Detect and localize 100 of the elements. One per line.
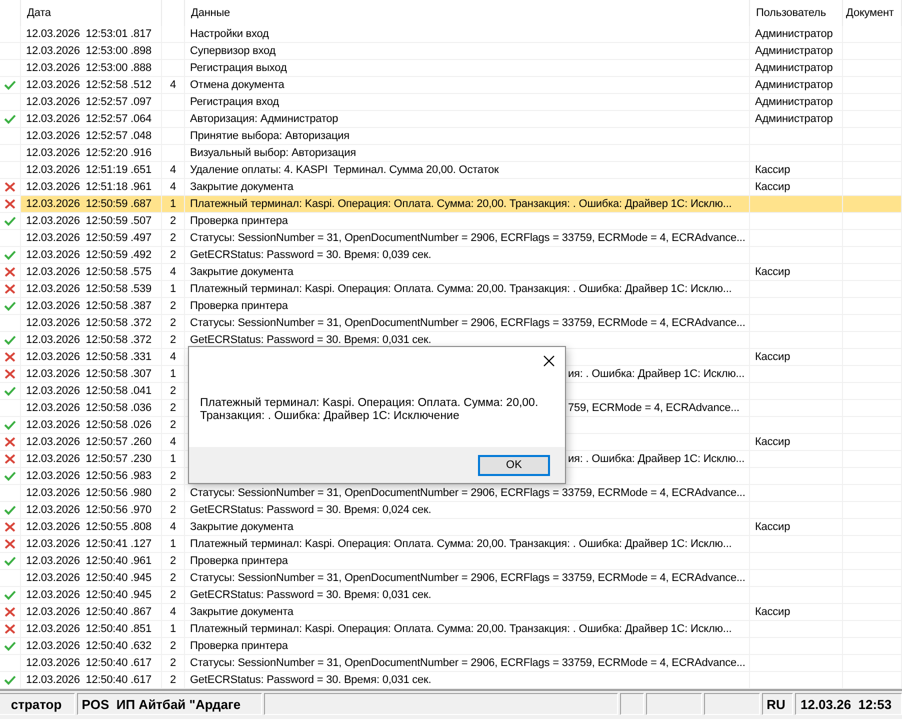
date-cell-text: 12.03.2026 12:51:19 .651 [26, 163, 152, 178]
table-row[interactable]: 12.03.2026 12:50:40 .945 2 GetECRStatus: Password = 30. Время: 0,031 сек. [0, 587, 902, 604]
table-row[interactable]: 12.03.2026 12:53:01 .817 Настройки вход Администратор [0, 26, 902, 43]
level-cell-text: 2 [170, 333, 176, 348]
date-cell-text: 12.03.2026 12:53:00 .898 [26, 44, 152, 59]
table-row[interactable]: 12.03.2026 12:52:57 .048 Принятие выбора: Авторизация [0, 128, 902, 145]
column-header[interactable]: Документ [846, 5, 894, 21]
level-cell-text: 1 [170, 622, 176, 637]
data-cell-text: Статусы: SessionNumber = 31, OpenDocumentNumber = 2906, ECRFlags = 33759, ECRMode = 4, ECRAdvance... [190, 486, 746, 501]
date-cell-text: 12.03.2026 12:53:01 .817 [26, 27, 152, 42]
table-row[interactable]: 12.03.2026 12:50:40 .851 1 Платежный терминал: Kaspi. Операция: Оплата. Сумма: 20,00. Транзакция: . Ошибка: Драйвер 1С: Исклю... [0, 621, 902, 638]
table-row[interactable]: 12.03.2026 12:50:40 .632 2 Проверка принтера [0, 638, 902, 655]
user-cell-text: Кассир [755, 350, 790, 365]
date-cell-text: 12.03.2026 12:50:40 .617 [26, 656, 152, 671]
data-cell-text: Закрытие документа [190, 605, 294, 620]
user-cell-text: Кассир [755, 520, 790, 535]
date-cell-text: 12.03.2026 12:50:56 .983 [26, 469, 152, 484]
date-cell-text: 12.03.2026 12:50:59 .687 [26, 197, 152, 212]
table-row[interactable]: 12.03.2026 12:50:58 .575 4 Закрытие документа Кассир [0, 264, 902, 281]
table-row[interactable]: 12.03.2026 12:52:58 .512 4 Отмена документа Администратор [0, 77, 902, 94]
level-cell-text: 2 [170, 418, 176, 433]
table-row[interactable]: 12.03.2026 12:50:40 .961 2 Проверка принтера [0, 553, 902, 570]
table-row[interactable]: 12.03.2026 12:50:56 .980 2 Статусы: SessionNumber = 31, OpenDocumentNumber = 2906, ECRFlags = 33759, ECRMode = 4, ECRAdvance... [0, 485, 902, 502]
level-cell-text: 1 [170, 197, 176, 212]
level-cell-text: 4 [170, 435, 176, 450]
level-cell-text: 2 [170, 673, 176, 688]
column-header[interactable]: Данные [191, 5, 230, 21]
date-cell-text: 12.03.2026 12:50:41 .127 [26, 537, 152, 552]
table-row[interactable]: 12.03.2026 12:50:59 .507 2 Проверка принтера [0, 213, 902, 230]
data-cell-text: Проверка принтера [190, 214, 288, 229]
data-cell-text: Закрытие документа [190, 180, 294, 195]
data-cell-text: GetECRStatus: Password = 30. Время: 0,039 сек. [190, 248, 432, 263]
table-row[interactable]: 12.03.2026 12:50:55 .808 4 Закрытие документа Кассир [0, 519, 902, 536]
user-cell-text: Администратор [755, 27, 833, 42]
data-cell-text: Проверка принтера [190, 639, 288, 654]
table-row[interactable]: 12.03.2026 12:50:59 .497 2 Статусы: SessionNumber = 31, OpenDocumentNumber = 2906, ECRFlags = 33759, ECRMode = 4, ECRAdvance... [0, 230, 902, 247]
level-cell-text: 1 [170, 452, 176, 467]
table-row[interactable]: 12.03.2026 12:50:58 .539 1 Платежный терминал: Kaspi. Операция: Оплата. Сумма: 20,00. Транзакция: . Ошибка: Драйвер 1С: Исклю... [0, 281, 902, 298]
level-cell-text: 2 [170, 486, 176, 501]
date-cell-text: 12.03.2026 12:50:58 .041 [26, 384, 152, 399]
data-cell-text: ия: . Ошибка: Драйвер 1С: Исклю... [568, 367, 745, 382]
status-panel [704, 693, 760, 715]
date-cell-text: 12.03.2026 12:50:40 .945 [26, 588, 152, 603]
table-row[interactable]: 12.03.2026 12:53:00 .898 Супервизор вход Администратор [0, 43, 902, 60]
date-cell-text: 12.03.2026 12:51:18 .961 [26, 180, 152, 195]
level-cell-text: 2 [170, 571, 176, 586]
date-cell-text: 12.03.2026 12:50:57 .230 [26, 452, 152, 467]
level-cell-text: 4 [170, 180, 176, 195]
date-cell-text: 12.03.2026 12:50:56 .970 [26, 503, 152, 518]
user-cell-text: Администратор [755, 44, 833, 59]
level-cell-text: 4 [170, 520, 176, 535]
level-cell-text: 4 [170, 350, 176, 365]
data-cell-text: Платежный терминал: Kaspi. Операция: Оплата. Сумма: 20,00. Транзакция: . Ошибка: Драйвер 1С: Исклю... [190, 537, 732, 552]
level-cell-text: 2 [170, 469, 176, 484]
table-row[interactable]: 12.03.2026 12:52:57 .097 Регистрация вход Администратор [0, 94, 902, 111]
level-cell-text: 4 [170, 163, 176, 178]
user-cell-text: Администратор [755, 95, 833, 110]
data-cell-text: Статусы: SessionNumber = 31, OpenDocumentNumber = 2906, ECRFlags = 33759, ECRMode = 4, ECRAdvance... [190, 316, 746, 331]
table-row[interactable]: 12.03.2026 12:50:40 .945 2 Статусы: SessionNumber = 31, OpenDocumentNumber = 2906, ECRFlags = 33759, ECRMode = 4, ECRAdvance... [0, 570, 902, 587]
data-cell-text: Закрытие документа [190, 520, 294, 535]
date-cell-text: 12.03.2026 12:50:56 .980 [26, 486, 152, 501]
date-cell-text: 12.03.2026 12:50:58 .331 [26, 350, 152, 365]
table-row[interactable]: 12.03.2026 12:53:00 .888 Регистрация выход Администратор [0, 60, 902, 77]
date-cell-text: 12.03.2026 12:53:00 .888 [26, 61, 152, 76]
table-row[interactable]: 12.03.2026 12:50:58 .387 2 Проверка принтера [0, 298, 902, 315]
level-cell-text: 1 [170, 282, 176, 297]
data-cell-text: GetECRStatus: Password = 30. Время: 0,024 сек. [190, 503, 432, 518]
ok-button[interactable]: OK [478, 454, 550, 476]
date-cell-text: 12.03.2026 12:50:58 .387 [26, 299, 152, 314]
table-row[interactable]: 12.03.2026 12:50:58 .372 2 Статусы: SessionNumber = 31, OpenDocumentNumber = 2906, ECRFlags = 33759, ECRMode = 4, ECRAdvance... [0, 315, 902, 332]
data-cell-text: Визуальный выбор: Авторизация [190, 146, 356, 161]
user-cell-text: Администратор [755, 78, 833, 93]
table-row[interactable]: 12.03.2026 12:52:20 .916 Визуальный выбор: Авторизация [0, 145, 902, 162]
status-panel: 12.03.26 12:53 [795, 693, 902, 715]
data-cell-text: Проверка принтера [190, 299, 288, 314]
table-row[interactable]: 12.03.2026 12:50:40 .617 2 Статусы: SessionNumber = 31, OpenDocumentNumber = 2906, ECRFlags = 33759, ECRMode = 4, ECRAdvance... [0, 655, 902, 672]
data-cell-text: Статусы: SessionNumber = 31, OpenDocumentNumber = 2906, ECRFlags = 33759, ECRMode = 4, ECRAdvance... [190, 656, 746, 671]
level-cell-text: 2 [170, 316, 176, 331]
table-row[interactable]: 12.03.2026 12:50:59 .492 2 GetECRStatus: Password = 30. Время: 0,039 сек. [0, 247, 902, 264]
column-header[interactable]: Пользователь [756, 5, 826, 21]
table-row[interactable]: 12.03.2026 12:52:57 .064 Авторизация: Администратор Администратор [0, 111, 902, 128]
level-cell-text: 1 [170, 537, 176, 552]
level-cell-text: 2 [170, 554, 176, 569]
data-cell-text: GetECRStatus: Password = 30. Время: 0,031 сек. [190, 673, 432, 688]
date-cell-text: 12.03.2026 12:52:58 .512 [26, 78, 152, 93]
level-cell-text: 4 [170, 265, 176, 280]
level-cell-text: 1 [170, 367, 176, 382]
table-row[interactable]: 12.03.2026 12:50:41 .127 1 Платежный терминал: Kaspi. Операция: Оплата. Сумма: 20,00. Транзакция: . Ошибка: Драйвер 1С: Исклю... [0, 536, 902, 553]
date-cell-text: 12.03.2026 12:50:40 .867 [26, 605, 152, 620]
close-icon[interactable] [543, 355, 555, 367]
table-row[interactable]: 12.03.2026 12:50:40 .867 4 Закрытие документа Кассир [0, 604, 902, 621]
data-cell-text: Удаление оплаты: 4. KASPI Терминал. Сумма 20,00. Остаток [190, 163, 499, 178]
column-header[interactable]: Дата [27, 5, 51, 21]
table-row[interactable]: 12.03.2026 12:51:19 .651 4 Удаление оплаты: 4. KASPI Терминал. Сумма 20,00. Остаток Кассир [0, 162, 902, 179]
table-row[interactable]: 12.03.2026 12:50:56 .970 2 GetECRStatus: Password = 30. Время: 0,024 сек. [0, 502, 902, 519]
date-cell-text: 12.03.2026 12:50:58 .307 [26, 367, 152, 382]
data-cell-text: Платежный терминал: Kaspi. Операция: Оплата. Сумма: 20,00. Транзакция: . Ошибка: Драйвер 1С: Исклю... [190, 622, 732, 637]
date-cell-text: 12.03.2026 12:52:20 .916 [26, 146, 152, 161]
data-cell-text: Статусы: SessionNumber = 31, OpenDocumentNumber = 2906, ECRFlags = 33759, ECRMode = 4, ECRAdvance... [190, 571, 746, 586]
level-cell-text: 4 [170, 78, 176, 93]
